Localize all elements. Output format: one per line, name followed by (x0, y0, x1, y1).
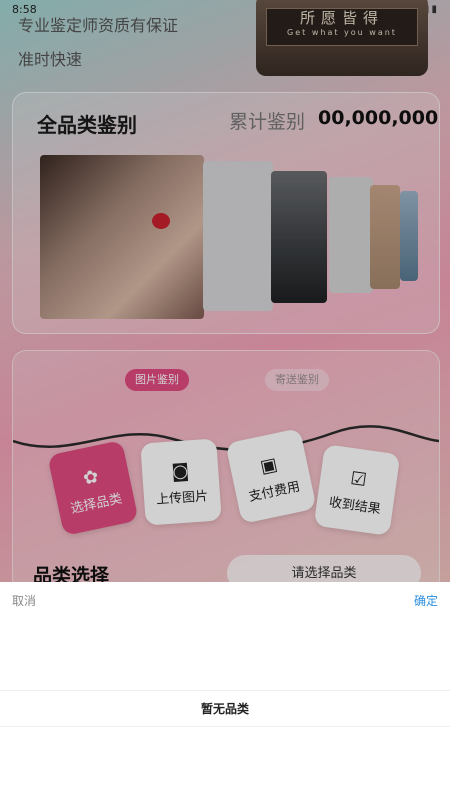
picker-divider-bottom (0, 726, 450, 727)
picker-divider-top (0, 690, 450, 691)
dim-overlay[interactable] (0, 0, 450, 582)
category-picker-sheet: 取消 确定 暂无品类 (0, 582, 450, 800)
picker-cancel-button[interactable]: 取消 (12, 592, 36, 609)
picker-empty-text: 暂无品类 (200, 702, 249, 716)
main-page: 8:58 ◥▮ 专业鉴定师资质有保证 准时快速 所愿皆得 Get what yo… (0, 0, 450, 582)
picker-confirm-button[interactable]: 确定 (414, 592, 438, 609)
